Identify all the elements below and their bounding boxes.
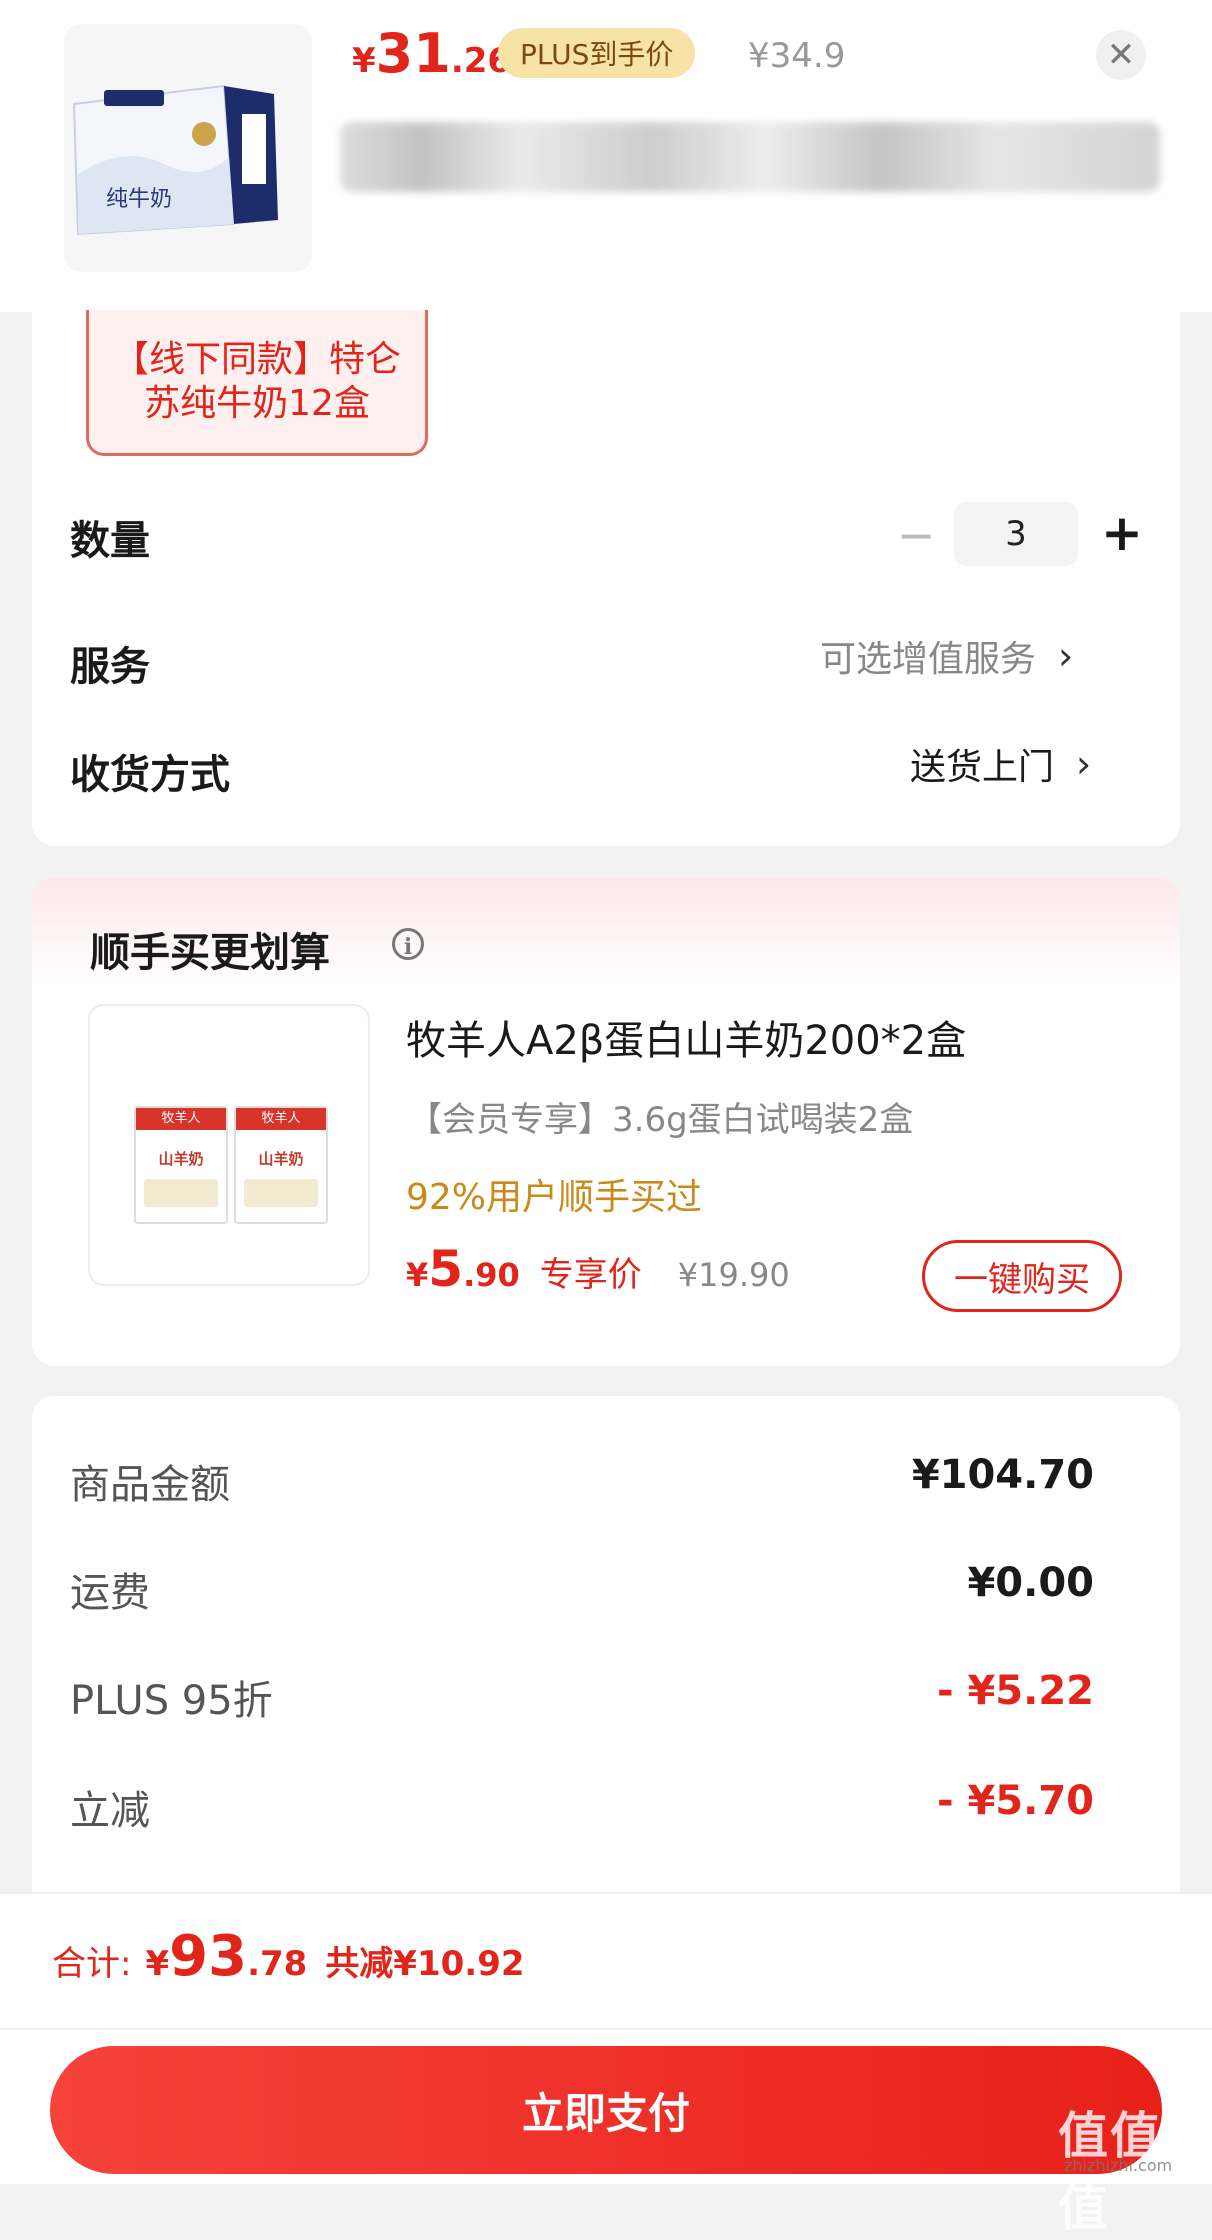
one-click-buy-button[interactable]: 一键购买 (922, 1240, 1122, 1312)
delivery-value: 送货上门 (910, 747, 1055, 788)
total-integer: 93 (169, 1924, 248, 1989)
summary-value-goods: ¥104.70 (911, 1452, 1094, 1498)
divider (0, 1892, 1212, 1894)
order-total: 合计: ¥ 93 .78 共减¥10.92 (52, 1924, 525, 1989)
addon-product-subtitle: 【会员专享】3.6g蛋白试喝装2盒 (408, 1100, 914, 1140)
addon-product-image[interactable]: 牧羊人 山羊奶 牧羊人 山羊奶 (88, 1004, 370, 1286)
total-label: 合计: (52, 1944, 132, 1984)
goat-milk-box-icon: 牧羊人 山羊奶 (234, 1106, 328, 1224)
service-value: 可选增值服务 (820, 639, 1037, 680)
product-thumbnail: 纯牛奶 (64, 24, 312, 272)
total-currency: ¥ (145, 1944, 170, 1984)
addon-social-proof: 92%用户顺手买过 (406, 1177, 703, 1218)
info-icon[interactable]: i (392, 928, 424, 960)
original-price: ¥34.9 (748, 36, 846, 76)
chevron-right-icon: › (1058, 634, 1074, 678)
addon-price-tag: 专享价 (539, 1255, 642, 1295)
site-watermark-url: zhizhizhi.com (1064, 2156, 1173, 2175)
summary-value-plus-discount: - ¥5.22 (936, 1668, 1094, 1714)
price-currency: ¥ (352, 41, 376, 81)
summary-label-instant-discount: 立减 (70, 1788, 150, 1834)
addon-original-price: ¥19.90 (677, 1256, 790, 1294)
addon-product-title[interactable]: 牧羊人A2β蛋白山羊奶200*2盒 (406, 1008, 966, 1066)
addon-price-decimal: .90 (463, 1256, 520, 1294)
addon-price: ¥ 5 .90 专享价 ¥19.90 (406, 1240, 790, 1298)
milk-carton-image: 纯牛奶 (64, 24, 312, 272)
total-discount: 共减¥10.92 (325, 1944, 525, 1984)
summary-value-shipping: ¥0.00 (967, 1560, 1094, 1606)
blurred-product-name (340, 122, 1160, 192)
variant-label: 【线下同款】特仑苏纯牛奶12盒 (112, 339, 401, 424)
quantity-input[interactable]: 3 (954, 502, 1078, 566)
delivery-label: 收货方式 (70, 752, 230, 798)
pay-now-button[interactable]: 立即支付 (50, 2046, 1162, 2174)
delivery-selector[interactable]: 送货上门 › (910, 738, 1091, 790)
service-selector[interactable]: 可选增值服务 › (820, 630, 1073, 682)
selected-variant[interactable]: 【线下同款】特仑苏纯牛奶12盒 (86, 310, 428, 456)
summary-value-instant-discount: - ¥5.70 (936, 1778, 1094, 1824)
summary-label-goods: 商品金额 (70, 1462, 230, 1508)
summary-label-plus-discount: PLUS 95折 (70, 1678, 273, 1724)
divider (0, 2028, 1212, 2030)
chevron-right-icon: › (1076, 742, 1092, 786)
plus-price-badge: PLUS到手价 (498, 28, 696, 78)
close-icon[interactable]: ✕ (1096, 30, 1146, 80)
addon-section-title: 顺手买更划算 (90, 930, 330, 976)
svg-text:纯牛奶: 纯牛奶 (106, 187, 172, 212)
quantity-increase-button[interactable]: + (1100, 504, 1144, 562)
total-decimal: .78 (247, 1944, 308, 1984)
addon-price-currency: ¥ (406, 1256, 429, 1294)
goat-milk-box-icon: 牧羊人 山羊奶 (134, 1106, 228, 1224)
quantity-label: 数量 (70, 518, 150, 564)
price-integer: 31 (375, 22, 451, 85)
service-label: 服务 (70, 644, 150, 690)
current-price: ¥ 31 .26 (352, 22, 511, 92)
quantity-decrease-button[interactable]: − (896, 508, 936, 562)
addon-price-integer: 5 (428, 1240, 464, 1298)
summary-label-shipping: 运费 (70, 1570, 150, 1616)
